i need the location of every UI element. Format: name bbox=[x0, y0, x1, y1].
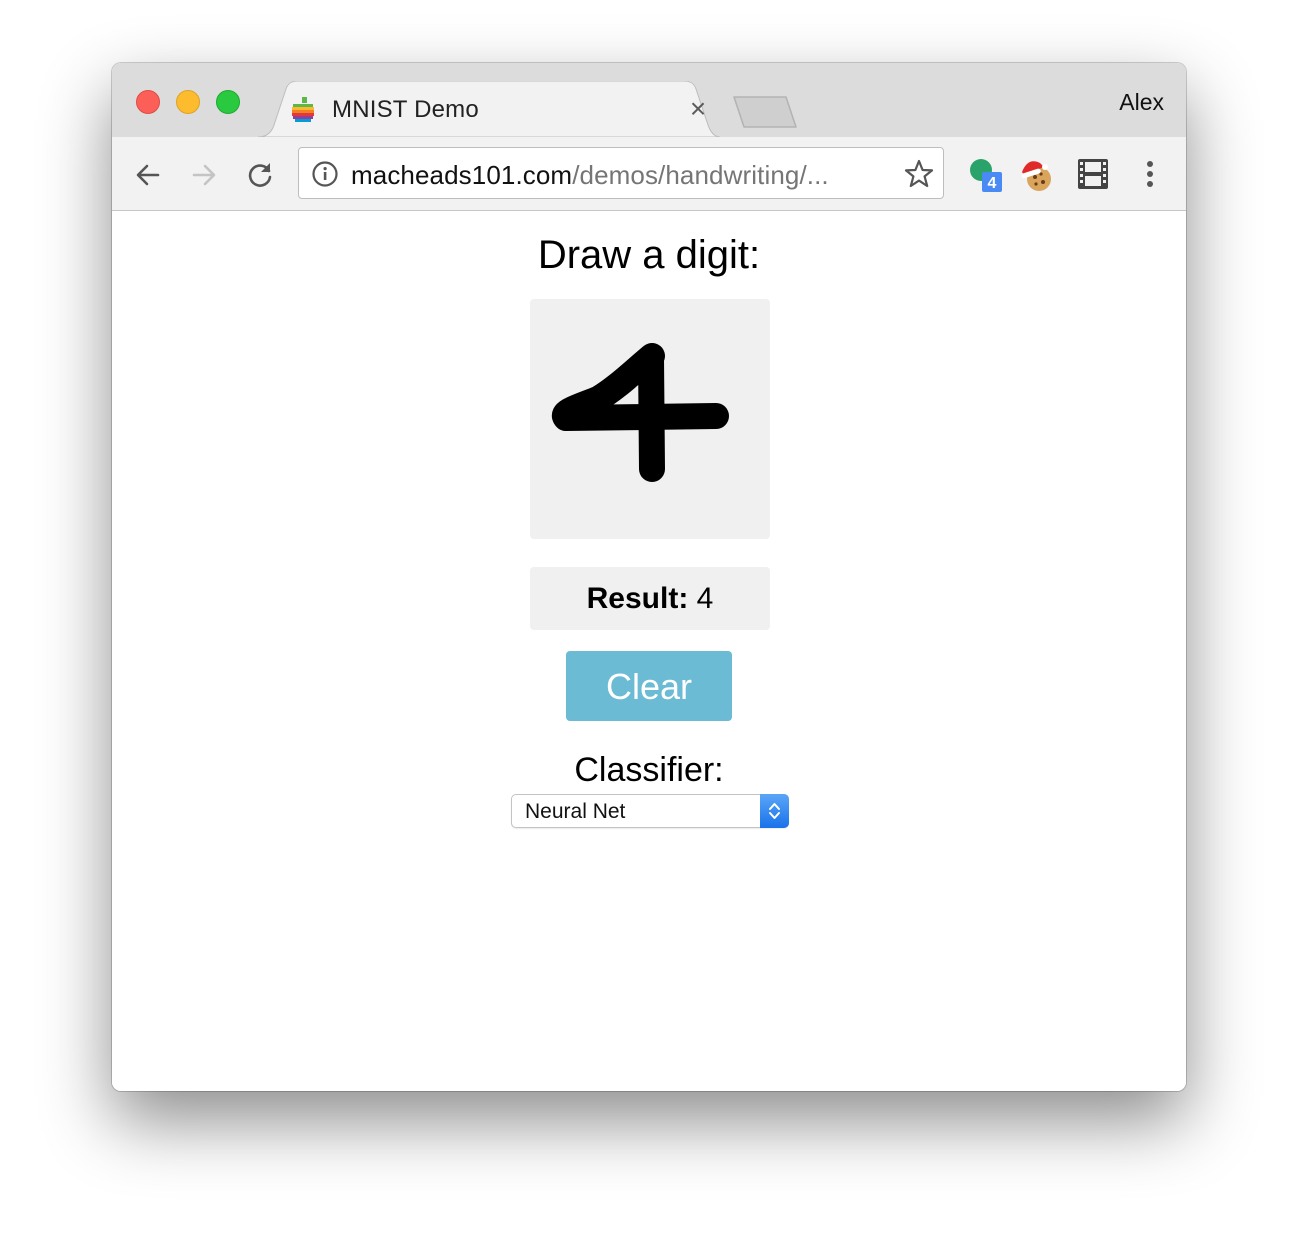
handwritten-digit-drawing bbox=[551, 343, 729, 482]
result-value: 4 bbox=[688, 582, 714, 615]
clear-button[interactable]: Clear bbox=[566, 651, 732, 721]
extension-green-badge-icon[interactable]: 4 bbox=[966, 155, 1004, 193]
maximize-window-button[interactable] bbox=[216, 90, 240, 114]
film-strip-icon[interactable] bbox=[1074, 155, 1112, 193]
drawing-canvas[interactable] bbox=[530, 299, 770, 539]
more-menu-icon[interactable] bbox=[1138, 155, 1162, 193]
profile-name[interactable]: Alex bbox=[1119, 89, 1164, 116]
reload-icon[interactable] bbox=[244, 159, 276, 191]
toolbar: macheads101.com/demos/handwriting/... 4 bbox=[112, 137, 1186, 211]
classifier-select[interactable]: Neural Net bbox=[511, 794, 789, 828]
page-heading: Draw a digit: bbox=[537, 233, 761, 277]
apple-logo-icon bbox=[292, 97, 314, 122]
url-text[interactable]: macheads101.com/demos/handwriting/... bbox=[351, 160, 829, 191]
url-path: /demos/handwriting/... bbox=[572, 160, 829, 190]
back-arrow-icon[interactable] bbox=[132, 159, 164, 191]
classifier-selected-value: Neural Net bbox=[525, 800, 626, 823]
close-window-button[interactable] bbox=[136, 90, 160, 114]
browser-window: MNIST Demo × Alex macheads101.com/demos/… bbox=[112, 63, 1186, 1091]
url-domain: macheads101.com bbox=[351, 160, 573, 190]
bookmark-star-icon[interactable] bbox=[903, 158, 935, 190]
select-arrows-icon[interactable] bbox=[760, 794, 789, 828]
result-box: Result: 4 bbox=[530, 567, 770, 630]
new-tab-button[interactable] bbox=[732, 95, 800, 129]
address-bar[interactable]: macheads101.com/demos/handwriting/... bbox=[298, 147, 944, 199]
tab-close-icon[interactable]: × bbox=[686, 95, 710, 123]
result-label: Result: bbox=[586, 582, 689, 615]
page-content: Draw a digit: Result: 4 Clear Classifier… bbox=[112, 211, 1186, 1091]
classifier-label: Classifier: bbox=[574, 751, 724, 789]
tab-mnist-demo[interactable]: MNIST Demo × bbox=[258, 81, 720, 137]
santa-cookie-extension-icon[interactable] bbox=[1018, 155, 1056, 193]
minimize-window-button[interactable] bbox=[176, 90, 200, 114]
forward-arrow-icon[interactable] bbox=[188, 159, 220, 191]
tab-title: MNIST Demo bbox=[332, 96, 479, 123]
info-icon[interactable] bbox=[311, 160, 339, 188]
extension-badge-count: 4 bbox=[988, 175, 997, 192]
title-bar: MNIST Demo × Alex bbox=[112, 63, 1186, 137]
